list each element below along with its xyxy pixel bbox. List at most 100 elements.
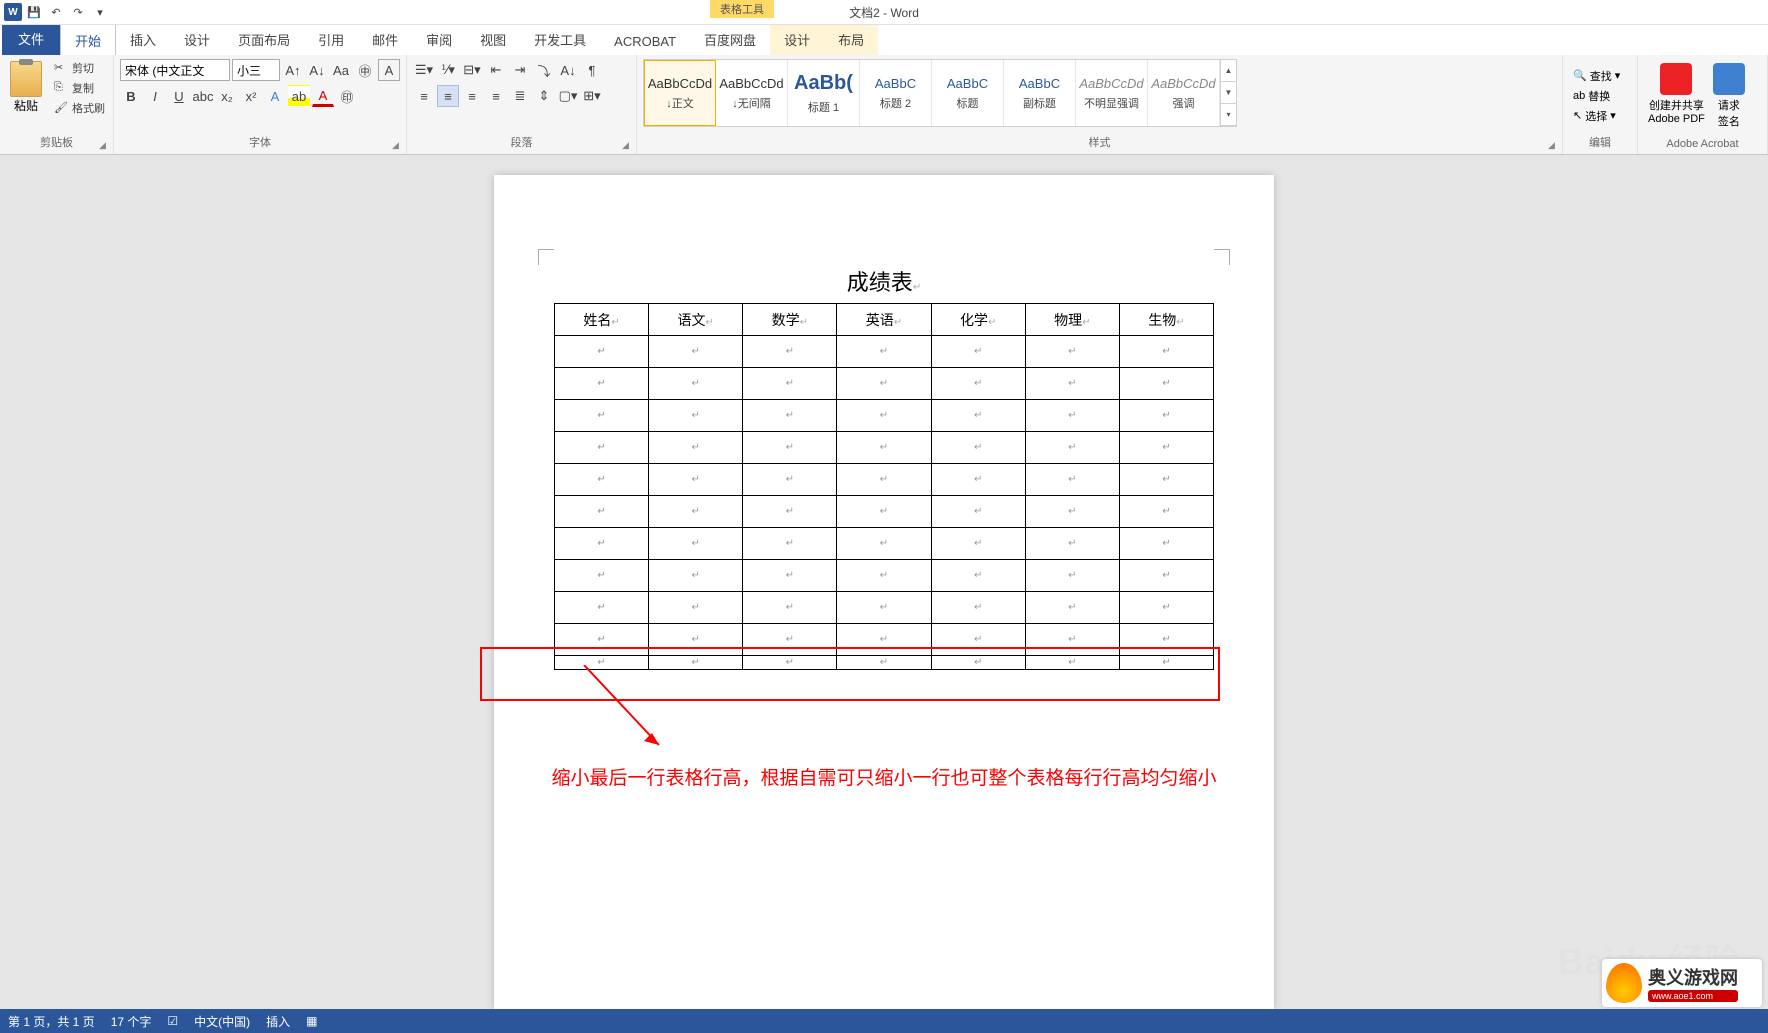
sort-button[interactable]: A↓ — [557, 59, 579, 81]
table-cell[interactable]: ↵ — [1119, 528, 1213, 560]
change-case-button[interactable]: Aa — [330, 59, 352, 81]
table-cell[interactable]: ↵ — [1025, 336, 1119, 368]
table-cell[interactable]: ↵ — [931, 496, 1025, 528]
table-cell[interactable]: ↵ — [1119, 656, 1213, 670]
text-effects-button[interactable]: A — [264, 85, 286, 107]
status-language[interactable]: 中文(中国) — [194, 1013, 250, 1030]
table-cell[interactable]: ↵ — [743, 432, 837, 464]
table-cell[interactable]: ↵ — [649, 496, 743, 528]
font-size-combo[interactable] — [232, 59, 280, 81]
tab-references[interactable]: 引用 — [304, 24, 358, 55]
increase-indent-button[interactable]: ⇥ — [509, 59, 531, 81]
table-cell[interactable]: ↵ — [1025, 432, 1119, 464]
save-button[interactable]: 💾 — [24, 2, 44, 22]
table-cell[interactable]: ↵ — [1025, 400, 1119, 432]
table-cell[interactable]: ↵ — [649, 400, 743, 432]
table-cell[interactable]: ↵ — [837, 624, 931, 656]
table-cell[interactable]: ↵ — [931, 528, 1025, 560]
status-mode[interactable]: 插入 — [266, 1013, 290, 1030]
document-table[interactable]: 姓名↵语文↵数学↵英语↵化学↵物理↵生物↵↵↵↵↵↵↵↵↵↵↵↵↵↵↵↵↵↵↵↵… — [554, 303, 1214, 670]
table-cell[interactable]: ↵ — [555, 432, 649, 464]
borders-button[interactable]: ⊞▾ — [581, 85, 603, 107]
table-cell[interactable]: ↵ — [931, 656, 1025, 670]
table-header[interactable]: 语文↵ — [649, 304, 743, 336]
font-launcher[interactable]: ◢ — [392, 140, 404, 152]
table-header[interactable]: 英语↵ — [837, 304, 931, 336]
styles-launcher[interactable]: ◢ — [1548, 140, 1560, 152]
style-item-7[interactable]: AaBbCcDd强调 — [1148, 60, 1220, 126]
table-cell[interactable]: ↵ — [743, 656, 837, 670]
clipboard-launcher[interactable]: ◢ — [99, 140, 111, 152]
enclose-button[interactable]: ㊞ — [336, 85, 358, 107]
tab-file[interactable]: 文件 — [2, 22, 60, 55]
table-cell[interactable]: ↵ — [555, 496, 649, 528]
table-cell[interactable]: ↵ — [649, 464, 743, 496]
find-button[interactable]: 🔍查找▾ — [1569, 66, 1631, 86]
table-row[interactable]: ↵↵↵↵↵↵↵ — [555, 464, 1214, 496]
create-pdf-button[interactable]: 创建并共享 Adobe PDF — [1644, 59, 1709, 136]
style-item-3[interactable]: AaBbC标题 2 — [860, 60, 932, 126]
table-cell[interactable]: ↵ — [1119, 592, 1213, 624]
table-header[interactable]: 化学↵ — [931, 304, 1025, 336]
table-cell[interactable]: ↵ — [1119, 496, 1213, 528]
tab-developer[interactable]: 开发工具 — [520, 24, 600, 55]
italic-button[interactable]: I — [144, 85, 166, 107]
table-cell[interactable]: ↵ — [1119, 560, 1213, 592]
table-cell[interactable]: ↵ — [837, 560, 931, 592]
table-cell[interactable]: ↵ — [837, 592, 931, 624]
table-cell[interactable]: ↵ — [837, 336, 931, 368]
table-row[interactable]: ↵↵↵↵↵↵↵ — [555, 592, 1214, 624]
status-macro-icon[interactable]: ▦ — [306, 1014, 317, 1028]
table-cell[interactable]: ↵ — [743, 368, 837, 400]
style-item-1[interactable]: AaBbCcDd↓无间隔 — [716, 60, 788, 126]
tab-table-layout[interactable]: 布局 — [824, 24, 878, 55]
tab-table-design[interactable]: 设计 — [770, 24, 824, 55]
table-cell[interactable]: ↵ — [1119, 400, 1213, 432]
table-cell[interactable]: ↵ — [1025, 592, 1119, 624]
table-cell[interactable]: ↵ — [743, 528, 837, 560]
table-cell[interactable]: ↵ — [931, 432, 1025, 464]
shading-button[interactable]: ▢▾ — [557, 85, 579, 107]
copy-button[interactable]: ⎘复制 — [52, 79, 107, 97]
table-cell[interactable]: ↵ — [1025, 368, 1119, 400]
bullets-button[interactable]: ☰▾ — [413, 59, 435, 81]
table-cell[interactable]: ↵ — [931, 560, 1025, 592]
tab-mailings[interactable]: 邮件 — [358, 24, 412, 55]
table-cell[interactable]: ↵ — [555, 656, 649, 670]
table-cell[interactable]: ↵ — [1025, 560, 1119, 592]
gallery-up[interactable]: ▲ — [1221, 60, 1236, 82]
status-page[interactable]: 第 1 页，共 1 页 — [8, 1013, 95, 1030]
undo-button[interactable]: ↶ — [46, 2, 66, 22]
gallery-more[interactable]: ▾ — [1221, 104, 1236, 126]
tab-baidu[interactable]: 百度网盘 — [690, 24, 770, 55]
align-left-button[interactable]: ≡ — [413, 85, 435, 107]
tab-review[interactable]: 审阅 — [412, 24, 466, 55]
line-spacing-button[interactable]: ⇕ — [533, 85, 555, 107]
cut-button[interactable]: ✂剪切 — [52, 59, 107, 77]
table-header[interactable]: 姓名↵ — [555, 304, 649, 336]
table-cell[interactable]: ↵ — [743, 560, 837, 592]
shrink-font-button[interactable]: A↓ — [306, 59, 328, 81]
style-item-0[interactable]: AaBbCcDd↓正文 — [644, 60, 716, 126]
font-name-combo[interactable] — [120, 59, 230, 81]
table-header[interactable]: 数学↵ — [743, 304, 837, 336]
table-header[interactable]: 生物↵ — [1119, 304, 1213, 336]
table-cell[interactable]: ↵ — [1025, 624, 1119, 656]
paste-button[interactable]: 粘贴 — [6, 59, 46, 132]
table-cell[interactable]: ↵ — [649, 336, 743, 368]
table-cell[interactable]: ↵ — [1119, 464, 1213, 496]
strike-button[interactable]: abc — [192, 85, 214, 107]
table-cell[interactable]: ↵ — [1119, 336, 1213, 368]
justify-button[interactable]: ≡ — [485, 85, 507, 107]
bold-button[interactable]: B — [120, 85, 142, 107]
document-title[interactable]: 成绩表↵ — [554, 265, 1214, 297]
table-cell[interactable]: ↵ — [555, 464, 649, 496]
table-cell[interactable]: ↵ — [931, 624, 1025, 656]
table-row[interactable]: ↵↵↵↵↵↵↵ — [555, 368, 1214, 400]
table-cell[interactable]: ↵ — [649, 528, 743, 560]
table-cell[interactable]: ↵ — [555, 400, 649, 432]
style-item-2[interactable]: AaBb(标题 1 — [788, 60, 860, 126]
tab-design[interactable]: 设计 — [170, 24, 224, 55]
gallery-down[interactable]: ▼ — [1221, 82, 1236, 104]
table-cell[interactable]: ↵ — [649, 560, 743, 592]
